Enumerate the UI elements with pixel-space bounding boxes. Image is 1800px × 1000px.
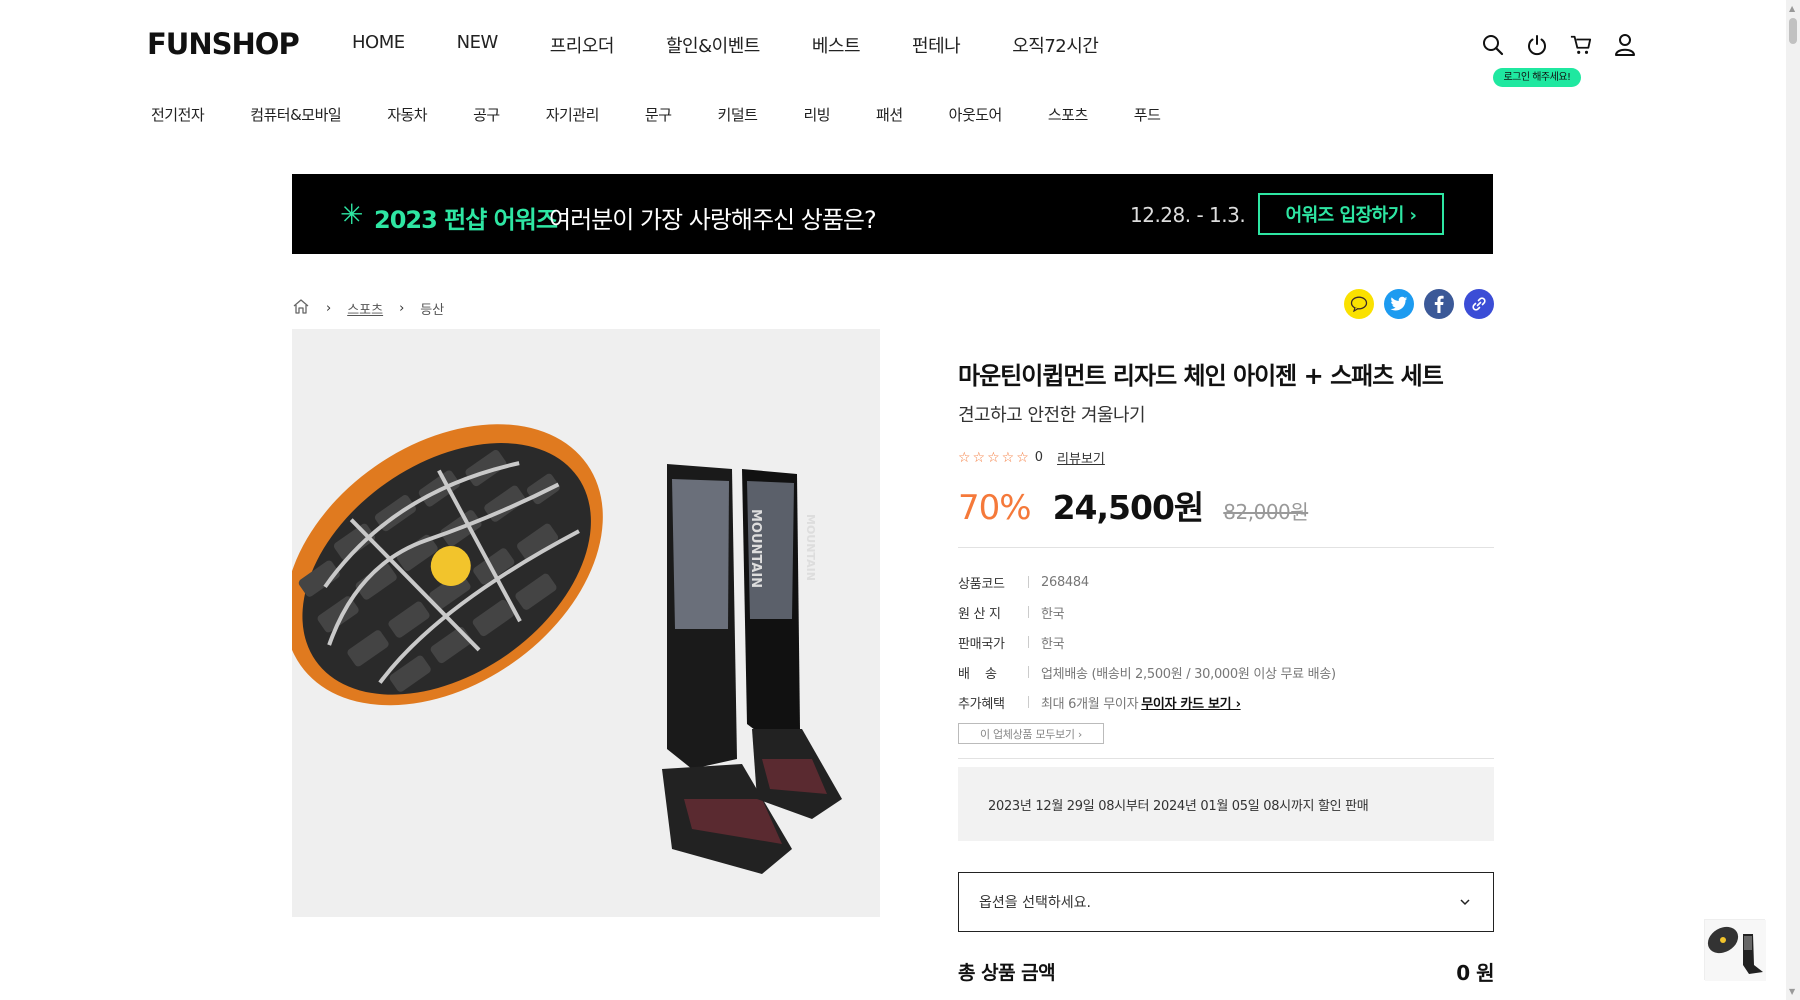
svg-text:MOUNTAIN: MOUNTAIN [804,514,817,581]
nav-home[interactable]: HOME [352,32,405,58]
spec-row-code: 상품코드 268484 [958,567,1336,597]
scrollbar-thumb[interactable] [1789,18,1797,44]
home-icon[interactable] [292,298,310,319]
total-price-row: 총 상품 금액 0 원 [958,957,1494,986]
option-select[interactable]: 옵션을 선택하세요. [958,872,1494,932]
scroll-down-icon[interactable]: ▼ [1789,987,1795,996]
chevron-down-icon [1459,894,1471,910]
page-scrollbar[interactable]: ▲ ▼ [1786,0,1800,1000]
category-car[interactable]: 자동차 [387,104,427,125]
review-count: 0 [1034,450,1044,465]
discount-rate: 70% [958,488,1032,528]
category-fashion[interactable]: 패션 [876,104,903,125]
awards-enter-button[interactable]: 어워즈 입장하기 › [1258,193,1444,235]
product-specs: 상품코드 268484 원 산 지 한국 판매국가 한국 배 송 업체배송 (배… [958,567,1336,717]
nav-sale-event[interactable]: 할인&이벤트 [666,32,760,58]
total-amount: 0 원 [1456,961,1494,985]
recent-product-thumbnail[interactable] [1704,919,1766,981]
rating-stars: ☆☆☆☆☆ [958,449,1031,466]
product-image[interactable]: MOUNTAIN MOUNTAIN [292,329,880,917]
breadcrumb-sports[interactable]: 스포츠 [347,299,383,318]
facebook-icon[interactable] [1424,289,1454,319]
nav-best[interactable]: 베스트 [812,32,861,58]
breadcrumb-separator: › [326,301,332,316]
option-select-placeholder: 옵션을 선택하세요. [979,895,1091,911]
spec-row-origin: 원 산 지 한국 [958,597,1336,627]
banner-date: 12.28. - 1.3. [1130,203,1246,227]
user-icon[interactable] [1614,32,1636,58]
review-link[interactable]: 리뷰보기 [1057,448,1105,467]
price-row: 70% 24,500원 82,000원 [958,481,1309,529]
search-icon[interactable] [1482,32,1504,58]
chat-icon[interactable] [1344,289,1374,319]
total-label: 총 상품 금액 [958,962,1056,984]
spec-divider [1028,606,1029,618]
breadcrumb-hiking[interactable]: 등산 [420,299,444,318]
spec-key: 원 산 지 [958,606,1001,622]
category-computer-mobile[interactable]: 컴퓨터&모바일 [250,104,342,125]
nav-72hours[interactable]: 오직72시간 [1012,32,1099,58]
category-stationery[interactable]: 문구 [645,104,672,125]
divider [958,547,1494,548]
interest-free-card-link[interactable]: 무이자 카드 보기 › [1141,697,1241,712]
category-sports[interactable]: 스포츠 [1048,104,1088,125]
divider [958,758,1494,759]
breadcrumb: › 스포츠 › 등산 [292,298,444,319]
spec-value: 한국 [1041,606,1065,622]
spec-row-shipping: 배 송 업체배송 (배송비 2,500원 / 30,000원 이상 무료 배송) [958,657,1336,687]
banner-title: 여러분이 가장 사랑해주신 상품은? [549,206,877,234]
banner-title-highlight: 2023 펀샵 어워즈 [374,206,558,234]
spec-key: 판매국가 [958,636,1005,652]
share-buttons [1344,289,1494,319]
spec-value: 한국 [1041,636,1065,652]
sale-price: 24,500원 [1052,488,1205,527]
cart-icon[interactable] [1570,32,1592,58]
nav-preorder[interactable]: 프리오더 [550,32,615,58]
power-icon[interactable] [1526,32,1548,58]
spec-divider [1028,636,1029,648]
category-nav: 전기전자 컴퓨터&모바일 자동차 공구 자기관리 문구 키덜트 리빙 패션 아웃… [151,104,1206,125]
breadcrumb-separator: › [399,301,405,316]
benefit-text: 최대 6개월 무이자 [1041,696,1139,712]
nav-new[interactable]: NEW [457,32,499,58]
spec-value: 업체배송 (배송비 2,500원 / 30,000원 이상 무료 배송) [1041,666,1336,682]
see-all-vendor-products-button[interactable]: 이 업체상품 모두보기 › [958,723,1104,744]
spec-row-benefit: 추가혜택 최대 6개월 무이자 무이자 카드 보기 › [958,687,1336,717]
category-outdoor[interactable]: 아웃도어 [949,104,1003,125]
awards-banner[interactable]: ✳ 2023 펀샵 어워즈 여러분이 가장 사랑해주신 상품은? 12.28. … [292,174,1493,254]
main-nav: HOME NEW 프리오더 할인&이벤트 베스트 펀테나 오직72시간 [352,32,1150,58]
sparkle-icon: ✳ [340,198,364,231]
product-subtitle: 견고하고 안전한 겨울나기 [958,405,1146,426]
spec-divider [1028,696,1029,708]
category-tools[interactable]: 공구 [473,104,500,125]
category-living[interactable]: 리빙 [803,104,830,125]
login-tooltip: 로그인 해주세요! [1493,68,1581,87]
category-kidult[interactable]: 키덜트 [718,104,758,125]
header-icons [1482,32,1636,58]
original-price: 82,000원 [1223,500,1309,524]
twitter-icon[interactable] [1384,289,1414,319]
scroll-up-icon[interactable]: ▲ [1789,4,1795,13]
svg-text:MOUNTAIN: MOUNTAIN [748,509,763,588]
spec-key: 상품코드 [958,576,1005,592]
spec-value: 최대 6개월 무이자 무이자 카드 보기 › [1041,693,1241,712]
category-food[interactable]: 푸드 [1134,104,1161,125]
spec-key: 배 송 [958,666,997,682]
spec-divider [1028,666,1029,678]
nav-funtena[interactable]: 펀테나 [912,32,961,58]
funshop-logo[interactable]: FUNSHOP [147,27,300,61]
link-icon[interactable] [1464,289,1494,319]
spec-value: 268484 [1041,574,1089,590]
sale-period-notice: 2023년 12월 29일 08시부터 2024년 01월 05일 08시까지 … [958,767,1494,841]
category-selfcare[interactable]: 자기관리 [546,104,600,125]
spec-row-country: 판매국가 한국 [958,627,1336,657]
category-electronics[interactable]: 전기전자 [151,104,205,125]
product-rating: ☆☆☆☆☆ 0 리뷰보기 [958,448,1105,468]
spec-key: 추가혜택 [958,696,1005,712]
spec-divider [1028,576,1029,588]
product-title: 마운틴이큅먼트 리자드 체인 아이젠 + 스패츠 세트 [958,362,1444,390]
